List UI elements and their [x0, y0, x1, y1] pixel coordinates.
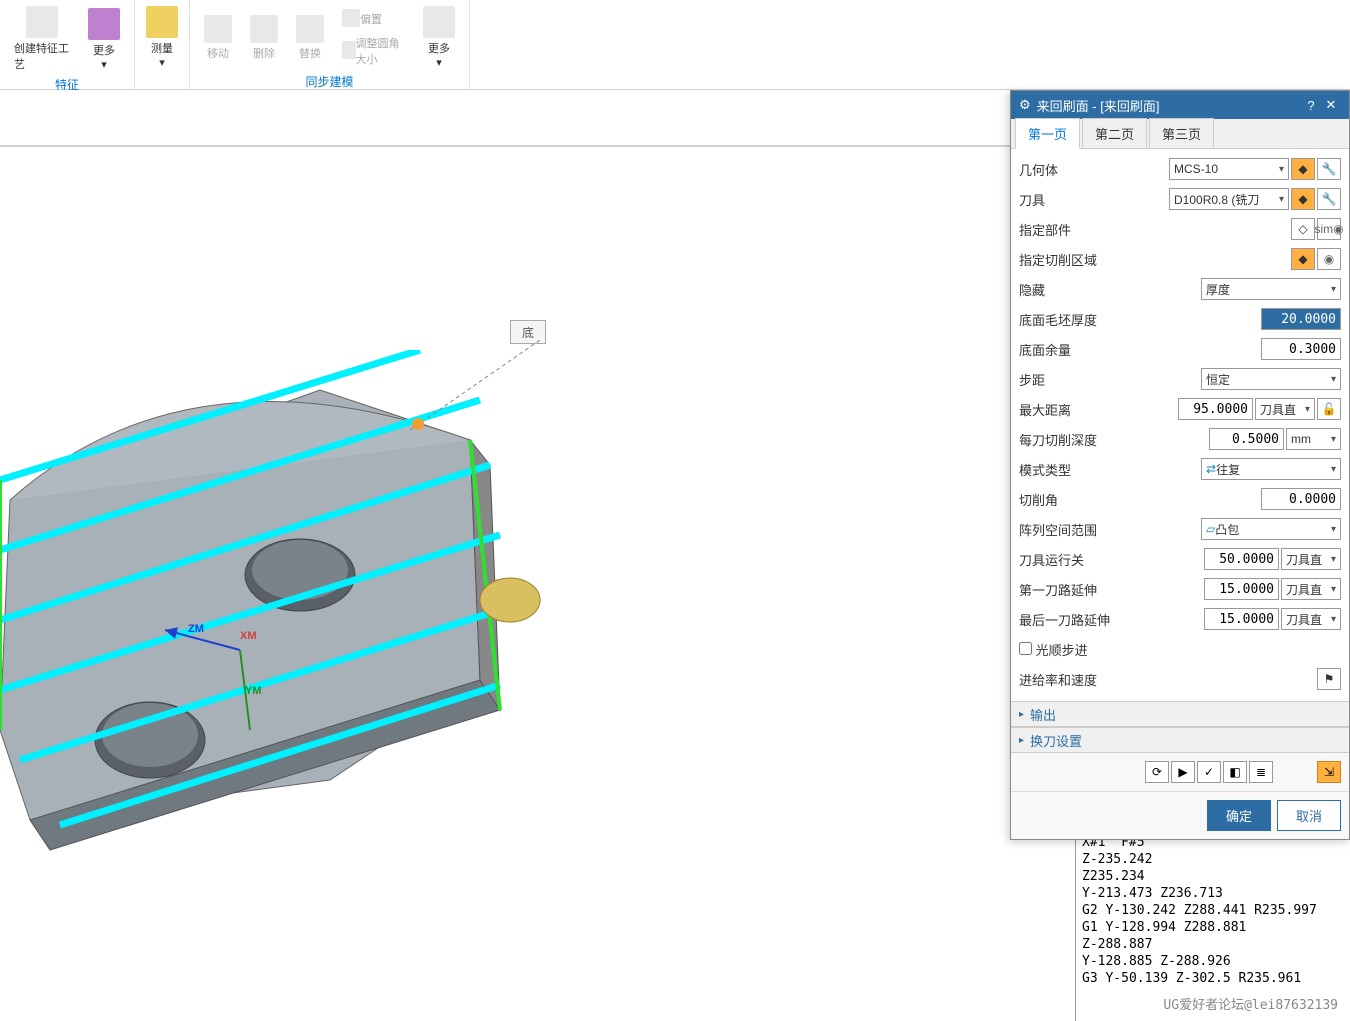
angle-input[interactable]: [1261, 488, 1341, 510]
floor-stock-label: 底面余量: [1019, 340, 1261, 359]
maxdist-label: 最大距离: [1019, 400, 1178, 419]
maxdist-input[interactable]: [1178, 398, 1253, 420]
tab-page2[interactable]: 第二页: [1082, 118, 1147, 148]
angle-label: 切削角: [1019, 490, 1261, 509]
btn-offset: 偏置: [336, 7, 411, 31]
geometry-new-icon[interactable]: ◆: [1291, 158, 1315, 180]
array-label: 阵列空间范围: [1019, 520, 1201, 539]
ribbon-group-sync-label: 同步建模: [198, 71, 461, 92]
btn-replace: 替换: [290, 13, 330, 63]
btn-delete: 删除: [244, 13, 284, 63]
action-generate-icon[interactable]: ⟳: [1145, 761, 1169, 783]
action-replay-icon[interactable]: ▶: [1171, 761, 1195, 783]
gear-icon: ⚙: [1019, 97, 1031, 113]
firstext-input[interactable]: [1204, 578, 1279, 600]
ribbon: 创建特征工艺 更多▾ 特征 测量▾ 移动 删除 替换 偏置 调整圆角大小 更多▾…: [0, 0, 1350, 90]
tool-select[interactable]: D100R0.8 (铣刀: [1169, 188, 1289, 210]
action-verify-icon[interactable]: ✓: [1197, 761, 1221, 783]
depth-input[interactable]: [1209, 428, 1284, 450]
axis-z-label: ZM: [188, 623, 204, 635]
firstext-unit[interactable]: 刀具直: [1281, 578, 1341, 600]
floor-stock-input[interactable]: [1261, 338, 1341, 360]
dialog-titlebar[interactable]: ⚙ 来回刷面 - [来回刷面] ? ✕: [1011, 91, 1349, 119]
toolchange-section[interactable]: ▸换刀设置: [1011, 727, 1349, 753]
runoff-unit[interactable]: 刀具直: [1281, 548, 1341, 570]
btn-fillet: 调整圆角大小: [336, 33, 411, 69]
operation-dialog: ⚙ 来回刷面 - [来回刷面] ? ✕ 第一页 第二页 第三页 几何体 MCS-…: [1010, 90, 1350, 840]
firstext-label: 第一刀路延伸: [1019, 580, 1204, 599]
axis-x-label: XM: [240, 630, 257, 642]
floor-thick-input[interactable]: [1261, 308, 1341, 330]
dialog-tabs: 第一页 第二页 第三页: [1011, 119, 1349, 149]
btn-more-2[interactable]: 更多▾: [417, 4, 461, 71]
runoff-input[interactable]: [1204, 548, 1279, 570]
dialog-action-toolbar: ⟳ ▶ ✓ ◧ ≣ ⇲: [1011, 753, 1349, 791]
tab-page3[interactable]: 第三页: [1149, 118, 1214, 148]
depth-label: 每刀切削深度: [1019, 430, 1209, 449]
floor-thick-label: 底面毛坯厚度: [1019, 310, 1261, 329]
lastext-unit[interactable]: 刀具直: [1281, 608, 1341, 630]
watermark-text: UG爱好者论坛@lei87632139: [1163, 994, 1338, 1013]
feedrate-label: 进给率和速度: [1019, 670, 1317, 689]
btn-measure[interactable]: 测量▾: [143, 4, 181, 71]
btn-create-feature[interactable]: 创建特征工艺: [8, 4, 76, 74]
btn-move: 移动: [198, 13, 238, 63]
lastext-label: 最后一刀路延伸: [1019, 610, 1204, 629]
lastext-input[interactable]: [1204, 608, 1279, 630]
pattern-label: 模式类型: [1019, 460, 1201, 479]
part-select-icon[interactable]: ◇: [1291, 218, 1315, 240]
tab-page1[interactable]: 第一页: [1015, 118, 1080, 149]
feedrate-icon[interactable]: ⚑: [1317, 668, 1341, 690]
step-label: 步距: [1019, 370, 1201, 389]
dialog-title-text: 来回刷面 - [来回刷面]: [1037, 96, 1160, 115]
output-section[interactable]: ▸输出: [1011, 701, 1349, 727]
action-list-icon[interactable]: ≣: [1249, 761, 1273, 783]
help-icon[interactable]: ?: [1301, 98, 1321, 113]
geometry-label: 几何体: [1019, 160, 1169, 179]
close-icon[interactable]: ✕: [1321, 97, 1341, 113]
tool-label: 刀具: [1019, 190, 1169, 209]
smooth-checkbox[interactable]: 光顺步进: [1019, 640, 1088, 659]
part-show-icon[interactable]: sim◉: [1317, 218, 1341, 240]
step-select[interactable]: 恒定: [1201, 368, 1341, 390]
cutarea-show-icon[interactable]: ◉: [1317, 248, 1341, 270]
pattern-select[interactable]: ⇄ 往复: [1201, 458, 1341, 480]
viewport-3d[interactable]: 底: [0, 90, 1075, 1021]
depth-unit[interactable]: mm: [1286, 428, 1341, 450]
runoff-label: 刀具运行关: [1019, 550, 1204, 569]
tool-new-icon[interactable]: ◆: [1291, 188, 1315, 210]
geometry-edit-icon[interactable]: 🔧: [1317, 158, 1341, 180]
lock-icon[interactable]: 🔓: [1317, 398, 1341, 420]
hide-select[interactable]: 厚度: [1201, 278, 1341, 300]
action-post-icon[interactable]: ⇲: [1317, 761, 1341, 783]
cancel-button[interactable]: 取消: [1277, 800, 1341, 831]
maxdist-unit[interactable]: 刀具直: [1255, 398, 1315, 420]
action-sim-icon[interactable]: ◧: [1223, 761, 1247, 783]
cutarea-select-icon[interactable]: ◆: [1291, 248, 1315, 270]
btn-more-1[interactable]: 更多▾: [82, 6, 126, 73]
part-label: 指定部件: [1019, 220, 1291, 239]
geometry-select[interactable]: MCS-10: [1169, 158, 1289, 180]
ok-button[interactable]: 确定: [1207, 800, 1271, 831]
hide-label: 隐藏: [1019, 280, 1201, 299]
cutarea-label: 指定切削区域: [1019, 250, 1291, 269]
axis-y-label: YM: [245, 685, 262, 697]
tool-edit-icon[interactable]: 🔧: [1317, 188, 1341, 210]
array-select[interactable]: ▱ 凸包: [1201, 518, 1341, 540]
